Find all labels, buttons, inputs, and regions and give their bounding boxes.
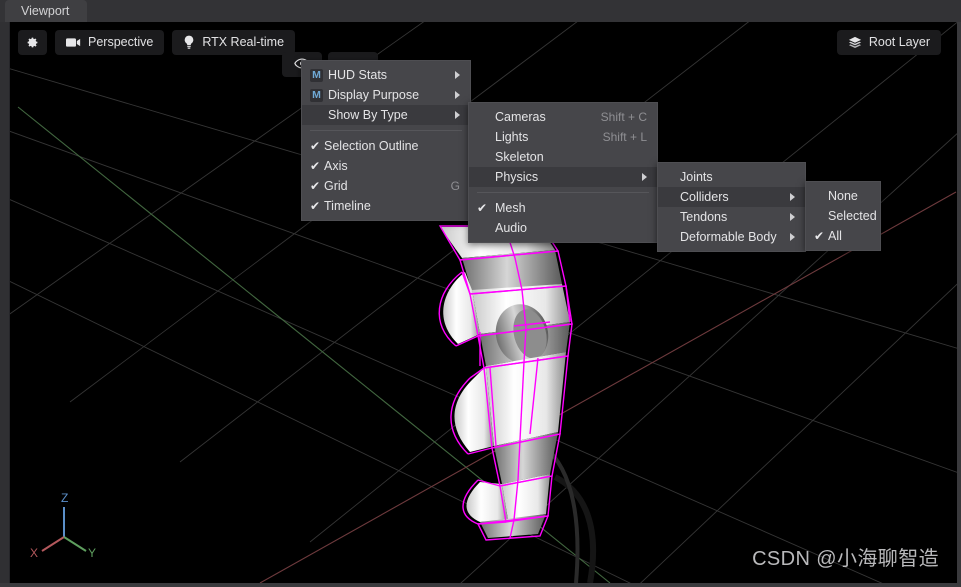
chevron-right-icon — [455, 111, 460, 119]
camera-mode-button[interactable]: Perspective — [55, 30, 164, 55]
check-icon: ✔ — [310, 180, 324, 192]
menu-separator — [310, 130, 462, 131]
menu-item-label: Show By Type — [328, 108, 433, 122]
menu-item-label: Tendons — [680, 210, 782, 224]
show-by-type-menu[interactable]: Cameras Shift + C Lights Shift + L Skele… — [468, 102, 658, 243]
menu-item-accelerator: G — [425, 179, 460, 193]
viewport-window: Viewport — [0, 0, 961, 587]
menu-item-audio[interactable]: Audio — [469, 218, 657, 238]
check-icon: ✔ — [310, 140, 324, 152]
menu-item-colliders-all[interactable]: ✔ All — [806, 226, 880, 246]
tab-viewport-label: Viewport — [21, 4, 69, 18]
settings-button[interactable] — [18, 30, 47, 55]
menu-item-axis[interactable]: ✔ Axis — [302, 156, 470, 176]
menu-item-lights[interactable]: Lights Shift + L — [469, 127, 657, 147]
menu-item-joints[interactable]: Joints — [658, 167, 805, 187]
menu-item-label: Skeleton — [495, 150, 647, 164]
modifier-badge — [310, 109, 323, 122]
watermark: CSDN @小海聊智造 — [752, 542, 939, 571]
menu-item-label: Audio — [495, 221, 647, 235]
menu-item-label: Physics — [495, 170, 620, 184]
root-layer-button[interactable]: Root Layer — [837, 30, 941, 55]
menu-item-label: Colliders — [680, 190, 782, 204]
menu-item-label: Axis — [324, 159, 460, 173]
physics-menu[interactable]: Joints Colliders Tendons Deformable Body — [657, 162, 806, 252]
chevron-right-icon — [790, 193, 795, 201]
check-icon: ✔ — [814, 230, 828, 242]
menu-item-colliders-none[interactable]: None — [806, 186, 880, 206]
gear-icon — [26, 36, 39, 49]
modifier-badge: M — [310, 69, 323, 82]
chevron-right-icon — [642, 173, 647, 181]
menu-item-grid[interactable]: ✔ Grid G — [302, 176, 470, 196]
menu-item-tendons[interactable]: Tendons — [658, 207, 805, 227]
axis-label-y: Y — [88, 546, 96, 560]
menu-item-label: Joints — [680, 170, 795, 184]
chevron-right-icon — [790, 233, 795, 241]
menu-separator — [477, 192, 649, 193]
menu-item-selection-outline[interactable]: ✔ Selection Outline — [302, 136, 470, 156]
viewport-3d[interactable]: Perspective RTX Real-time Root Layer — [10, 22, 957, 583]
menu-item-hud-stats[interactable]: M HUD Stats — [302, 65, 470, 85]
menu-item-colliders-selected[interactable]: Selected — [806, 206, 880, 226]
menu-item-label: Cameras — [495, 110, 575, 124]
menu-item-accelerator: Shift + C — [575, 110, 647, 124]
viewport-right-gutter — [957, 22, 961, 587]
modifier-badge: M — [310, 89, 323, 102]
menu-item-mesh[interactable]: ✔ Mesh — [469, 198, 657, 218]
camera-icon — [66, 37, 81, 48]
menu-item-colliders[interactable]: Colliders — [658, 187, 805, 207]
axis-label-z: Z — [61, 491, 68, 505]
layers-icon — [848, 36, 862, 49]
menu-item-display-purpose[interactable]: M Display Purpose — [302, 85, 470, 105]
menu-item-label: Timeline — [324, 199, 460, 213]
bulb-icon — [183, 35, 195, 49]
view-menu[interactable]: M HUD Stats M Display Purpose Show By Ty… — [301, 60, 471, 221]
menu-item-label: Mesh — [495, 201, 647, 215]
menu-item-label: Selected — [828, 209, 877, 223]
menu-item-deformable-body[interactable]: Deformable Body — [658, 227, 805, 247]
chevron-right-icon — [455, 71, 460, 79]
colliders-menu[interactable]: None Selected ✔ All — [805, 181, 881, 251]
viewport-left-gutter — [0, 22, 10, 587]
menu-item-label: All — [828, 229, 870, 243]
check-icon: ✔ — [477, 202, 495, 214]
tab-viewport[interactable]: Viewport — [5, 0, 87, 22]
menu-item-show-by-type[interactable]: Show By Type — [302, 105, 470, 125]
menu-item-timeline[interactable]: ✔ Timeline — [302, 196, 470, 216]
tab-strip: Viewport — [0, 0, 961, 22]
menu-item-physics[interactable]: Physics — [469, 167, 657, 187]
menu-item-label: Lights — [495, 130, 577, 144]
menu-item-label: Deformable Body — [680, 230, 782, 244]
render-mode-label: RTX Real-time — [202, 35, 284, 49]
axis-gizmo: Z X Y — [24, 485, 104, 561]
menu-item-label: HUD Stats — [328, 68, 433, 82]
check-icon: ✔ — [310, 160, 324, 172]
menu-item-label: Display Purpose — [328, 88, 433, 102]
menu-item-skeleton[interactable]: Skeleton — [469, 147, 657, 167]
axis-label-x: X — [30, 546, 38, 560]
viewport-bottom-gutter — [0, 583, 961, 587]
chevron-right-icon — [455, 91, 460, 99]
check-icon: ✔ — [310, 200, 324, 212]
camera-mode-label: Perspective — [88, 35, 153, 49]
chevron-right-icon — [790, 213, 795, 221]
menu-item-label: Grid — [324, 179, 425, 193]
menu-item-label: Selection Outline — [324, 139, 460, 153]
root-layer-label: Root Layer — [869, 35, 930, 49]
menu-item-accelerator: Shift + L — [577, 130, 647, 144]
menu-item-cameras[interactable]: Cameras Shift + C — [469, 107, 657, 127]
menu-item-label: None — [828, 189, 870, 203]
render-mode-button[interactable]: RTX Real-time — [172, 30, 295, 55]
